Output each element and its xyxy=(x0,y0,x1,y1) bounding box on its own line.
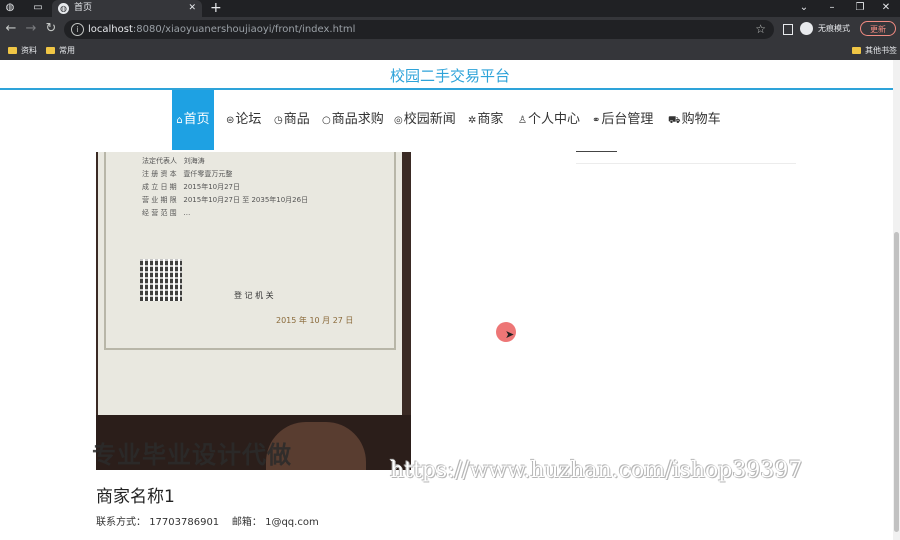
circle-icon: ○ xyxy=(322,115,331,126)
license-row: 营 业 期 限 2015年10月27日 至 2035年10月26日 xyxy=(142,196,309,204)
qr-code-overlay xyxy=(140,259,182,301)
merchant-image[interactable]: 法定代表人 刘海涛 注 册 资 本 壹仟零壹万元整 成 立 日 期 2015年1… xyxy=(96,152,411,470)
business-license-photo: 法定代表人 刘海涛 注 册 资 本 壹仟零壹万元整 成 立 日 期 2015年1… xyxy=(98,152,402,415)
folder-icon xyxy=(46,47,55,54)
license-row: 注 册 资 本 壹仟零壹万元整 xyxy=(142,170,233,178)
tab-underline xyxy=(576,151,617,152)
cart-icon: ⛟ xyxy=(668,115,681,126)
license-row: 法定代表人 刘海涛 xyxy=(142,157,205,165)
close-icon[interactable]: ✕ xyxy=(188,2,196,15)
tab-title: 首页 xyxy=(74,3,93,13)
nav-item-cart[interactable]: ⛟购物车 xyxy=(668,90,721,150)
tab-home[interactable]: ◍ 首页 ✕ xyxy=(52,0,202,17)
chat-icon: ⊜ xyxy=(226,115,235,126)
nav-item-wanted[interactable]: ○商品求购 xyxy=(322,90,384,150)
folder-icon xyxy=(8,47,17,54)
chevron-down-icon[interactable]: ⌄ xyxy=(794,0,814,15)
new-tab-icon[interactable]: + xyxy=(210,0,222,17)
license-date: 2015 年 10 月 27 日 xyxy=(276,316,354,325)
back-icon[interactable]: ← xyxy=(3,21,19,37)
user-icon: ♙ xyxy=(518,115,527,126)
globe-icon[interactable]: ◍ xyxy=(4,2,16,14)
forward-icon[interactable]: → xyxy=(23,21,39,37)
page-content: 校园二手交易平台 ⌂首页 ⊜论坛 ◷商品 ○商品求购 ◎校园新闻 ✲商家 ♙个人… xyxy=(0,60,900,540)
gear-icon: ✲ xyxy=(468,115,477,126)
restore-icon[interactable]: ❐ xyxy=(850,0,870,15)
merchant-contact: 联系方式： 17703786901 邮箱： 1@qq.com xyxy=(96,516,319,530)
tab-search-icon[interactable]: ▭ xyxy=(32,2,44,14)
update-button[interactable]: 更新 xyxy=(860,21,896,36)
cursor-icon: ➤ xyxy=(505,328,515,341)
license-row: 成 立 日 期 2015年10月27日 xyxy=(142,183,241,191)
minimize-icon[interactable]: – xyxy=(822,0,842,15)
browser-toolbar: ← → ↻ i localhost:8080/xiaoyuanershoujia… xyxy=(0,17,900,42)
nav-item-merchants[interactable]: ✲商家 xyxy=(468,90,503,150)
nav-item-profile[interactable]: ♙个人中心 xyxy=(518,90,580,150)
page-scrollbar[interactable] xyxy=(893,60,900,540)
phone-label: 联系方式： xyxy=(96,517,146,528)
url-text: localhost:8080/xiaoyuanershoujiaoyi/fron… xyxy=(88,24,356,35)
folder-icon xyxy=(852,47,861,54)
license-authority: 登 记 机 关 xyxy=(234,291,274,300)
incognito-icon[interactable] xyxy=(800,22,813,35)
star-icon[interactable]: ☆ xyxy=(755,21,766,38)
phone-value: 17703786901 xyxy=(149,517,220,528)
nav-item-goods[interactable]: ◷商品 xyxy=(274,90,310,150)
favicon-icon: ◍ xyxy=(58,3,69,14)
email-label: 邮箱： xyxy=(231,517,262,528)
nav-item-home[interactable]: ⌂首页 xyxy=(172,90,214,150)
watermark-left: 专业毕业设计代做 xyxy=(92,441,292,469)
side-panel-icon[interactable] xyxy=(783,24,793,35)
info-icon[interactable]: i xyxy=(71,23,84,36)
link-icon: ⚭ xyxy=(592,115,601,126)
watermark-right: https://www.huzhan.com/ishop39397 xyxy=(390,458,803,483)
browser-tab-strip: ◍ ▭ ◍ 首页 ✕ + ⌄ – ❐ ✕ xyxy=(0,0,900,17)
site-title: 校园二手交易平台 xyxy=(389,67,510,85)
nav-item-news[interactable]: ◎校园新闻 xyxy=(394,90,456,150)
close-window-icon[interactable]: ✕ xyxy=(876,0,896,15)
bookmarks-bar: 资料 常用 其他书签 xyxy=(0,42,900,61)
scrollbar-thumb[interactable] xyxy=(894,232,899,532)
clock-icon: ◷ xyxy=(274,115,283,126)
section-divider xyxy=(576,163,796,164)
incognito-label: 无痕模式 xyxy=(818,24,850,33)
bookmark-folder-1[interactable]: 资料 xyxy=(8,44,37,57)
home-icon: ⌂ xyxy=(176,115,183,126)
bookmark-folder-2[interactable]: 常用 xyxy=(46,44,75,57)
nav-item-forum[interactable]: ⊜论坛 xyxy=(226,90,261,150)
nav-item-admin[interactable]: ⚭后台管理 xyxy=(592,90,653,150)
email-value: 1@qq.com xyxy=(265,517,319,528)
merchant-name[interactable]: 商家名称1 xyxy=(96,486,175,508)
globe-icon: ◎ xyxy=(394,115,403,126)
address-bar[interactable]: i localhost:8080/xiaoyuanershoujiaoyi/fr… xyxy=(64,20,774,39)
reload-icon[interactable]: ↻ xyxy=(43,21,59,37)
other-bookmarks[interactable]: 其他书签 xyxy=(852,44,897,57)
license-row: 经 营 范 围 … xyxy=(142,209,191,217)
